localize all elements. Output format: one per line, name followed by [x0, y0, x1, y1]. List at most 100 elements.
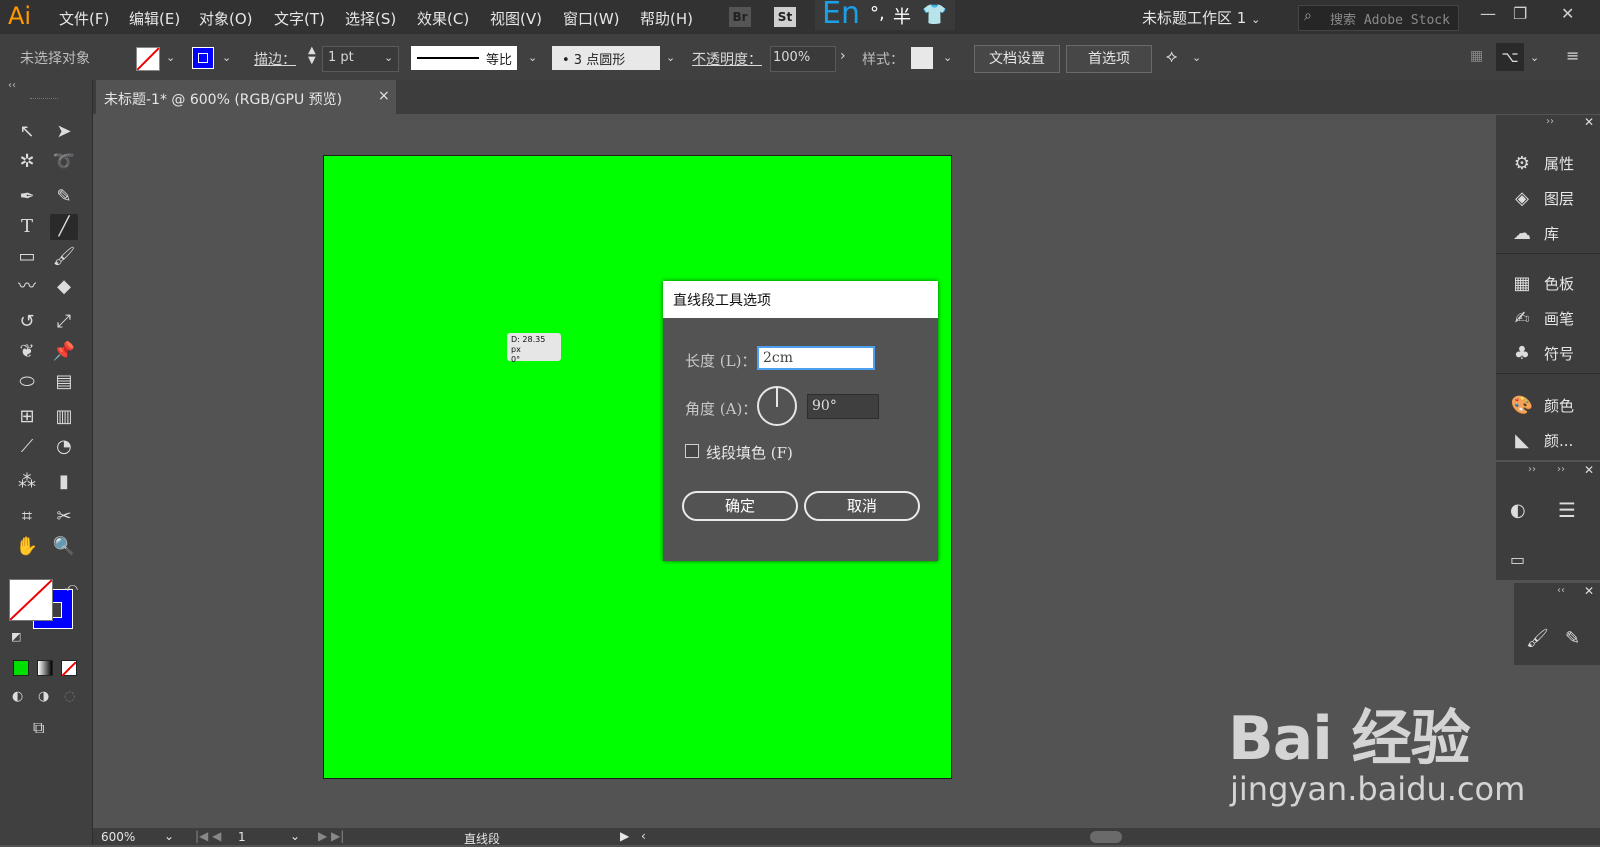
default-colors-icon[interactable]: ◩ — [11, 630, 21, 643]
artboard-index[interactable]: 1 — [238, 830, 246, 844]
stroke-stepper[interactable]: ▲ ▼ — [308, 46, 316, 66]
rectangle-tool-icon[interactable]: ▭ — [13, 244, 41, 270]
ime-punct-indicator[interactable]: °, — [870, 3, 885, 24]
direct-selection-tool-icon[interactable]: ➤ — [50, 119, 78, 145]
swatches-panel-button[interactable]: ▦ 色板 — [1510, 273, 1574, 294]
minimize-button[interactable]: — — [1480, 4, 1496, 23]
draw-normal-icon[interactable]: ◐ — [12, 689, 23, 704]
arrange-dropdown-icon[interactable]: ⌄ — [1192, 51, 1201, 64]
bridge-button[interactable]: Br — [729, 7, 751, 27]
draw-inside-icon[interactable]: ◌ — [64, 689, 75, 704]
stroke-weight-dropdown-icon[interactable]: ⌄ — [384, 51, 393, 64]
symbol-sprayer-tool-icon[interactable]: ⁂ — [13, 469, 41, 495]
menu-edit[interactable]: 编辑(E) — [129, 8, 180, 29]
document-setup-button[interactable]: 文档设置 — [974, 45, 1060, 73]
next-artboard-icon[interactable]: ▶ ▶| — [318, 829, 344, 843]
artboard-dropdown-icon[interactable]: ⌄ — [290, 829, 300, 843]
libraries-panel-button[interactable]: ☁ 库 — [1510, 223, 1559, 244]
stroke-profile-select[interactable]: 等比 — [411, 46, 517, 70]
toolbar-grip[interactable] — [30, 98, 58, 103]
artboard-tool-icon[interactable]: ⌗ — [13, 504, 41, 530]
menu-object[interactable]: 对象(O) — [199, 8, 253, 29]
blend-tool-icon[interactable]: ◔ — [50, 434, 78, 460]
restore-button[interactable]: ❐ — [1513, 4, 1527, 23]
zoom-dropdown-icon[interactable]: ⌄ — [164, 829, 174, 843]
symbols-panel-button[interactable]: ♣ 符号 — [1510, 343, 1574, 364]
angle-input[interactable]: 90° — [807, 394, 879, 419]
menu-view[interactable]: 视图(V) — [490, 8, 542, 29]
draw-behind-icon[interactable]: ◑ — [38, 689, 49, 704]
horizontal-scrollbar-thumb[interactable] — [1090, 831, 1122, 843]
selection-tool-icon[interactable]: ↖ — [13, 119, 41, 145]
fill-color-box[interactable] — [9, 579, 53, 621]
zoom-tool-icon[interactable]: 🔍 — [50, 534, 78, 560]
shaper-tool-icon[interactable]: 〰 — [13, 274, 41, 300]
expand-panels-icon[interactable]: ›› — [1546, 116, 1554, 127]
arrange-icon[interactable]: ⟡ — [1166, 47, 1177, 67]
warp-tool-icon[interactable]: ❦ — [13, 339, 41, 365]
zoom-level[interactable]: 600% — [101, 830, 135, 844]
close-panels-icon[interactable]: ✕ — [1584, 115, 1594, 129]
menu-help[interactable]: 帮助(H) — [640, 8, 693, 29]
collapse-icon[interactable]: ‹‹ — [1557, 585, 1565, 596]
ime-skin-icon[interactable]: 👕 — [922, 2, 947, 26]
mesh-tool-icon[interactable]: ⊞ — [13, 404, 41, 430]
properties-panel-button[interactable]: ⚙ 属性 — [1510, 153, 1574, 174]
color-guide-panel-button[interactable]: ◣ 颜... — [1510, 430, 1573, 451]
paintbrush-tool-icon[interactable]: 🖌 — [50, 244, 78, 270]
color-mode-button[interactable] — [13, 660, 29, 676]
rotate-tool-icon[interactable]: ↺ — [13, 309, 41, 335]
scroll-left-icon[interactable]: ‹ — [641, 829, 646, 843]
style-dropdown-icon[interactable]: ⌄ — [943, 51, 952, 64]
menu-select[interactable]: 选择(S) — [345, 8, 396, 29]
expand-icon[interactable]: ›› — [1557, 464, 1565, 475]
fill-dropdown-icon[interactable]: ⌄ — [166, 51, 175, 64]
brushes-panel-button[interactable]: ✍ 画笔 — [1510, 308, 1574, 329]
hand-tool-icon[interactable]: ✋ — [13, 534, 41, 560]
length-input[interactable]: 2cm — [757, 346, 875, 370]
curvature-tool-icon[interactable]: ✎ — [50, 184, 78, 210]
gradient-tool-icon[interactable]: ▥ — [50, 404, 78, 430]
first-artboard-icon[interactable]: |◀ ◀ — [195, 829, 221, 843]
close-tab-button[interactable]: × — [378, 88, 390, 104]
menu-effect[interactable]: 效果(C) — [417, 8, 469, 29]
stroke-swatch[interactable] — [192, 47, 214, 69]
appearance-icon[interactable]: ◐ — [1510, 500, 1526, 521]
transform-dropdown-icon[interactable]: ⌄ — [1530, 51, 1539, 64]
preferences-button[interactable]: 首选项 — [1066, 45, 1152, 73]
stroke-profile-dropdown-icon[interactable]: ⌄ — [528, 51, 537, 64]
type-tool-icon[interactable]: T — [13, 214, 41, 240]
shape-builder-tool-icon[interactable]: ⬭ — [13, 369, 41, 395]
puppet-warp-tool-icon[interactable]: 📌 — [50, 339, 78, 365]
perspective-grid-tool-icon[interactable]: ▤ — [50, 369, 78, 395]
fill-line-label[interactable]: 线段填色 (F) — [706, 442, 793, 463]
slice-tool-icon[interactable]: ✂ — [50, 504, 78, 530]
expand-icon[interactable]: ›› — [1528, 464, 1536, 475]
close-window-button[interactable]: ✕ — [1561, 4, 1574, 23]
gradient-panel-icon[interactable]: ▭ — [1510, 550, 1525, 569]
stroke-dropdown-icon[interactable]: ⌄ — [222, 51, 231, 64]
style-swatch[interactable] — [911, 47, 933, 69]
swap-fill-stroke-icon[interactable]: ⤺ — [65, 580, 78, 595]
line-segment-tool-icon[interactable]: ╱ — [50, 214, 78, 240]
stock-button[interactable]: St — [774, 7, 796, 27]
transform-icon[interactable]: ⌥ — [1496, 43, 1524, 71]
menu-window[interactable]: 窗口(W) — [563, 8, 620, 29]
layers-panel-button[interactable]: ◈ 图层 — [1510, 188, 1574, 209]
workspace-switcher[interactable]: 未标题工作区 1 ⌄ — [1142, 7, 1260, 28]
pen-tool-icon[interactable]: ✒ — [13, 184, 41, 210]
close-icon[interactable]: ✕ — [1584, 584, 1594, 598]
edit-panel-icon[interactable]: ✎ — [1565, 628, 1580, 649]
menu-file[interactable]: 文件(F) — [59, 8, 109, 29]
eraser-tool-icon[interactable]: ◆ — [50, 274, 78, 300]
brush-dropdown-icon[interactable]: ⌄ — [666, 51, 675, 64]
status-menu-icon[interactable]: ▶ — [620, 829, 629, 843]
opacity-arrow-icon[interactable]: › — [840, 48, 846, 64]
ok-button[interactable]: 确定 — [682, 491, 798, 521]
menu-type[interactable]: 文字(T) — [274, 8, 325, 29]
lasso-tool-icon[interactable]: ➰ — [50, 149, 78, 175]
close-icon[interactable]: ✕ — [1584, 463, 1594, 477]
magic-wand-tool-icon[interactable]: ✲ — [13, 149, 41, 175]
ime-lang-indicator[interactable]: En — [822, 0, 860, 31]
align-icon[interactable]: ☰ — [1558, 498, 1576, 522]
